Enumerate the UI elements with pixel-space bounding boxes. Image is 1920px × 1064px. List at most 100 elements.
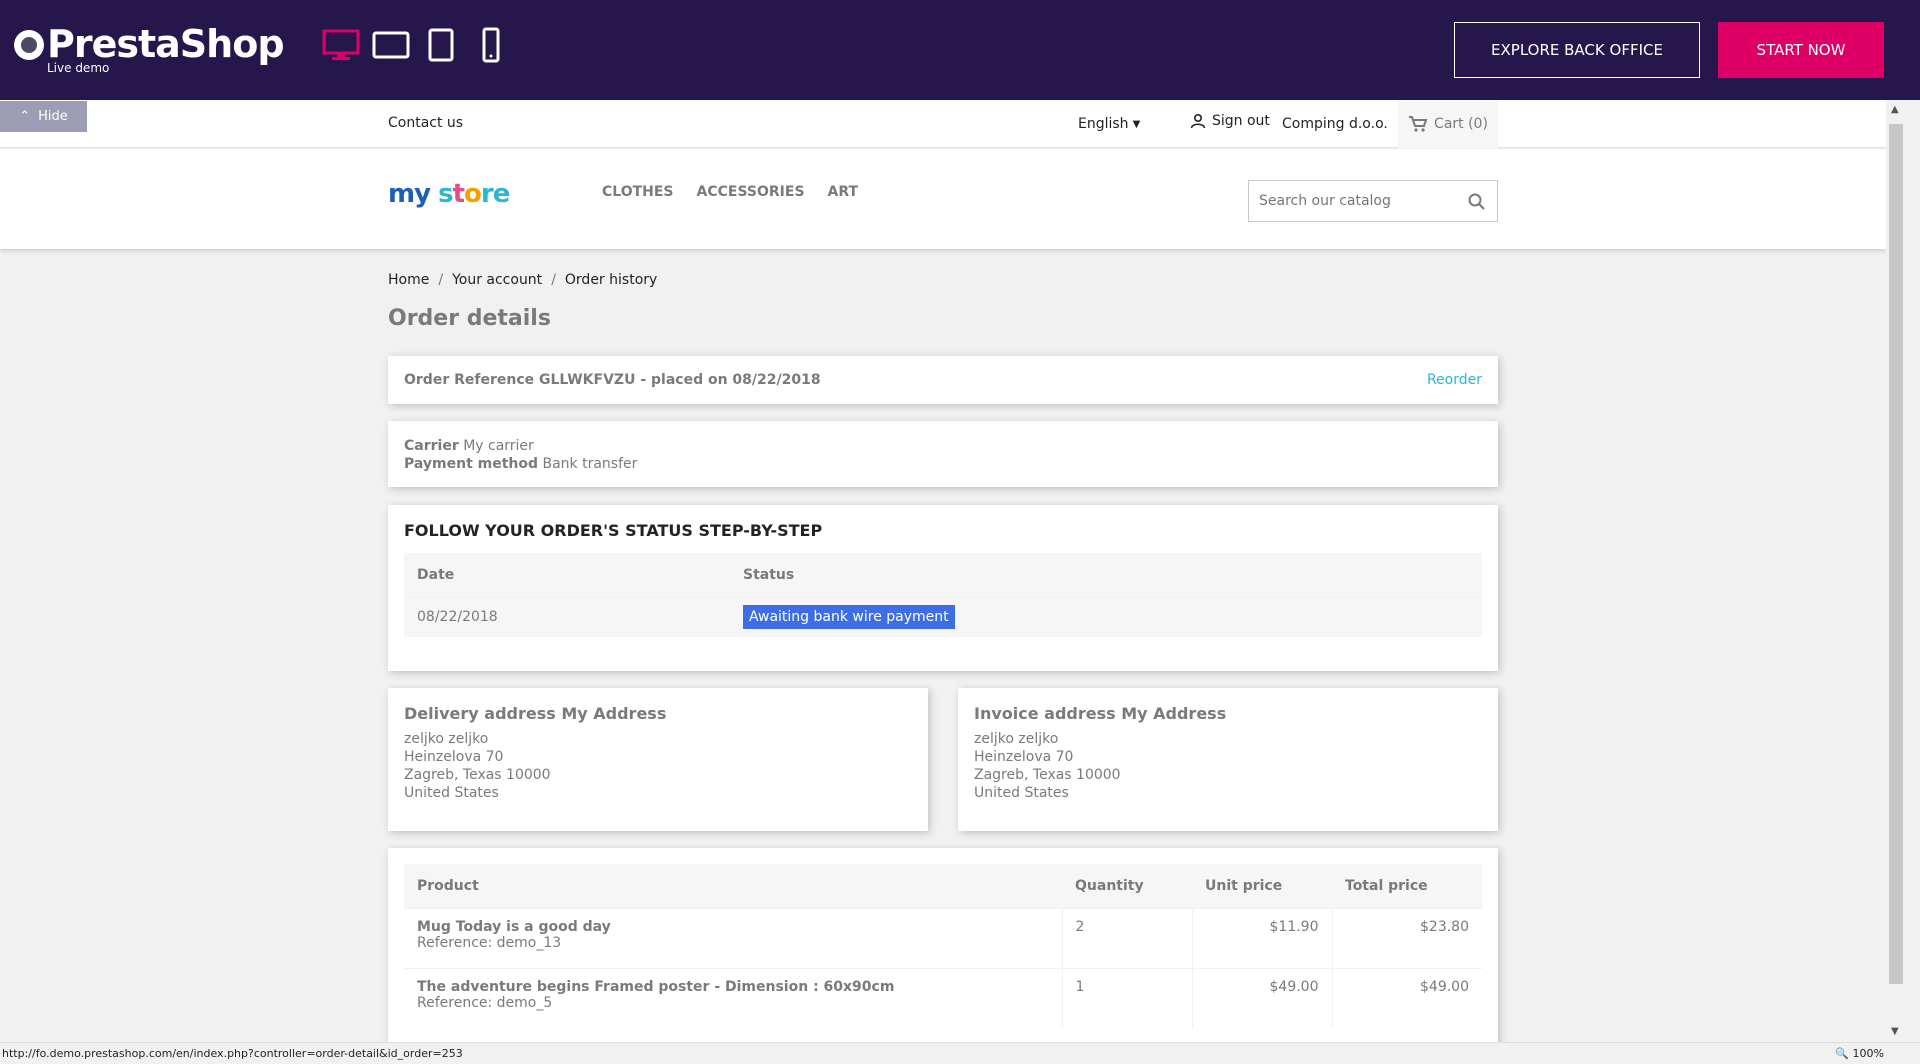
contact-link[interactable]: Contact us	[388, 115, 463, 131]
vertical-scrollbar[interactable]: ▲ ▼	[1886, 100, 1906, 1042]
status-heading: FOLLOW YOUR ORDER'S STATUS STEP-BY-STEP	[404, 521, 823, 540]
hide-label: Hide	[38, 109, 68, 124]
browser-status-bar: http://fo.demo.prestashop.com/en/index.p…	[0, 1042, 1920, 1064]
order-info: Carrier My carrier Payment method Bank t…	[404, 437, 637, 473]
account-name[interactable]: Comping d.o.o.	[1282, 116, 1388, 132]
product-name: The adventure begins Framed poster - Dim…	[417, 978, 895, 995]
cart-button[interactable]: Cart (0)	[1398, 100, 1498, 148]
col-quantity: Quantity	[1062, 864, 1192, 908]
reorder-link[interactable]: Reorder	[1427, 372, 1482, 388]
address-line: zeljko zeljko	[974, 731, 1059, 747]
product-quantity: 2	[1061, 907, 1192, 968]
cart-label: Cart (0)	[1434, 116, 1488, 132]
delivery-address: zeljko zeljko Heinzelova 70 Zagreb, Texa…	[404, 730, 551, 802]
language-selector[interactable]: English ▼	[1078, 116, 1140, 132]
demo-topbar: PrestaShop Live demo EXPLORE BACK OFFICE…	[0, 0, 1920, 100]
invoice-address: zeljko zeljko Heinzelova 70 Zagreb, Texa…	[974, 730, 1121, 802]
menu-accessories[interactable]: ACCESSORIES	[697, 184, 805, 200]
search-icon[interactable]	[1467, 192, 1487, 212]
breadcrumb-order-history[interactable]: Order history	[565, 272, 657, 288]
address-line: Heinzelova 70	[404, 749, 504, 765]
order-info-box: Carrier My carrier Payment method Bank t…	[388, 421, 1498, 487]
delivery-address-box: Delivery address My Address zeljko zeljk…	[388, 688, 928, 831]
product-quantity: 1	[1061, 967, 1192, 1028]
store-logo[interactable]: my store	[388, 179, 510, 209]
carrier-label: Carrier	[404, 438, 459, 454]
page-title: Order details	[388, 306, 551, 331]
table-row: 08/22/2018 Awaiting bank wire payment	[404, 596, 1482, 637]
brand-sub: Live demo	[47, 61, 110, 75]
menu-clothes[interactable]: CLOTHES	[602, 184, 674, 200]
zoom-level[interactable]: 🔍 100%	[1835, 1047, 1884, 1060]
breadcrumb-account[interactable]: Your account	[452, 272, 542, 288]
product-name: Mug Today is a good day	[417, 918, 611, 935]
breadcrumb: Home / Your account / Order history	[388, 272, 658, 288]
order-reference: Order Reference GLLWKFVZU - placed on 08…	[404, 372, 821, 388]
brand-name: PrestaShop	[47, 22, 285, 66]
invoice-address-box: Invoice address My Address zeljko zeljko…	[958, 688, 1498, 831]
payment-label: Payment method	[404, 456, 539, 472]
chevron-up-icon: ⌃	[19, 109, 31, 124]
store-frame: Contact us English ▼ Sign out Comping d.o…	[0, 100, 1886, 1042]
payment-value: Bank transfer	[542, 456, 638, 472]
cart-icon	[1409, 116, 1428, 132]
delivery-heading: Delivery address My Address	[404, 704, 667, 723]
order-reference-box: Order Reference GLLWKFVZU - placed on 08…	[388, 356, 1498, 404]
address-line: Zagreb, Texas 10000	[404, 767, 551, 783]
products-box: Product Quantity Unit price Total price …	[388, 848, 1498, 1042]
status-table: Date Status 08/22/2018 Awaiting bank wire …	[404, 553, 1482, 637]
table-row: The adventure begins Framed poster - Dim…	[404, 967, 1482, 1028]
store-header: my store CLOTHES ACCESSORIES ART	[0, 149, 1886, 249]
tablet-landscape-icon[interactable]	[372, 26, 410, 64]
device-switcher	[322, 26, 510, 64]
signout-link[interactable]: Sign out	[1190, 113, 1270, 129]
address-line: United States	[974, 785, 1069, 801]
scroll-down-icon[interactable]: ▼	[1891, 1026, 1899, 1037]
zoom-label: 100%	[1852, 1047, 1884, 1060]
status-date: 08/22/2018	[404, 596, 730, 637]
col-product: Product	[404, 864, 1062, 908]
order-status-box: FOLLOW YOUR ORDER'S STATUS STEP-BY-STEP …	[388, 505, 1498, 671]
explore-back-office-button[interactable]: EXPLORE BACK OFFICE	[1454, 22, 1700, 78]
start-now-button[interactable]: START NOW	[1718, 22, 1884, 78]
product-reference: Reference: demo_5	[417, 994, 553, 1011]
scroll-up-icon[interactable]: ▲	[1891, 104, 1899, 115]
desktop-icon[interactable]	[322, 26, 360, 64]
puffin-icon	[14, 30, 44, 60]
status-url: http://fo.demo.prestashop.com/en/index.p…	[2, 1047, 463, 1060]
table-row: Mug Today is a good day Reference: demo_1…	[404, 907, 1482, 968]
tablet-icon[interactable]	[422, 26, 460, 64]
prestashop-logo[interactable]: PrestaShop Live demo	[14, 22, 285, 75]
language-label: English	[1078, 116, 1129, 132]
products-table: Product Quantity Unit price Total price …	[404, 864, 1482, 1028]
store-nav: Contact us English ▼ Sign out Comping d.o…	[0, 100, 1886, 148]
status-badge: Awaiting bank wire payment	[743, 605, 955, 630]
address-line: United States	[404, 785, 499, 801]
menu-art[interactable]: ART	[828, 184, 859, 200]
main-menu: CLOTHES ACCESSORIES ART	[602, 184, 858, 200]
col-status: Status	[730, 553, 1482, 597]
address-line: Heinzelova 70	[974, 749, 1074, 765]
search-box	[1248, 180, 1498, 222]
breadcrumb-home[interactable]: Home	[388, 272, 429, 288]
address-line: zeljko zeljko	[404, 731, 489, 747]
product-reference: Reference: demo_13	[417, 934, 562, 951]
product-total-price: $23.80	[1331, 907, 1482, 968]
zoom-icon: 🔍	[1835, 1047, 1850, 1060]
scrollbar-thumb[interactable]	[1889, 124, 1903, 984]
product-total-price: $49.00	[1331, 967, 1482, 1028]
mobile-icon[interactable]	[472, 26, 510, 64]
caret-down-icon: ▼	[1132, 118, 1141, 130]
product-unit-price: $11.90	[1191, 907, 1332, 968]
address-line: Zagreb, Texas 10000	[974, 767, 1121, 783]
col-unit-price: Unit price	[1192, 864, 1332, 908]
hide-button[interactable]: ⌃ Hide	[0, 101, 87, 132]
user-icon	[1190, 113, 1206, 129]
carrier-value: My carrier	[463, 438, 534, 454]
search-input[interactable]	[1249, 181, 1449, 221]
signout-label: Sign out	[1212, 113, 1270, 129]
invoice-heading: Invoice address My Address	[974, 704, 1227, 723]
product-unit-price: $49.00	[1191, 967, 1332, 1028]
col-total-price: Total price	[1332, 864, 1482, 908]
col-date: Date	[404, 553, 730, 597]
